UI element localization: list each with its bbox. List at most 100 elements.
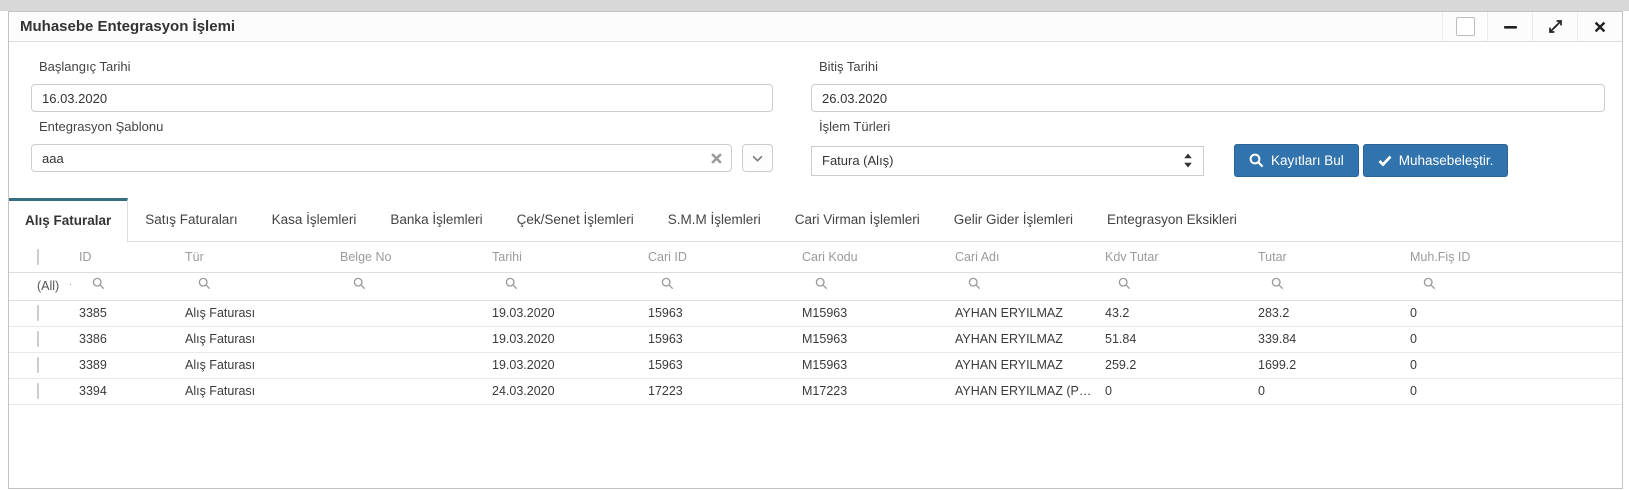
maximize-button[interactable] bbox=[1532, 12, 1577, 41]
post-to-accounting-button[interactable]: Muhasebeleştir. bbox=[1363, 144, 1509, 177]
cell-belge-no bbox=[332, 300, 484, 326]
tab-entegrasyon-eksikleri[interactable]: Entegrasyon Eksikleri bbox=[1090, 198, 1254, 241]
cell-tur: Alış Faturası bbox=[177, 326, 332, 352]
column-header-tutar[interactable]: Tutar bbox=[1250, 242, 1402, 272]
spinner-icon bbox=[1183, 153, 1193, 168]
filter-search-icon-id[interactable] bbox=[92, 277, 105, 290]
cell-cari-adi: AYHAN ERYILMAZ bbox=[947, 326, 1097, 352]
cell-muh-fis-id: 0 bbox=[1402, 378, 1622, 404]
cell-muh-fis-id: 0 bbox=[1402, 352, 1622, 378]
table-row[interactable]: 3385 Alış Faturası 19.03.2020 15963 M159… bbox=[9, 300, 1622, 326]
cell-id: 3394 bbox=[71, 378, 177, 404]
tab-cari-virman-islemleri[interactable]: Cari Virman İşlemleri bbox=[778, 198, 937, 241]
start-date-input[interactable]: 16.03.2020 bbox=[31, 84, 773, 112]
grid-filter-row: (All) bbox=[9, 272, 1622, 300]
column-header-muh-fis-id[interactable]: Muh.Fiş ID bbox=[1402, 242, 1622, 272]
find-records-button[interactable]: Kayıtları Bul bbox=[1234, 144, 1359, 177]
cell-kdv-tutar: 51.84 bbox=[1097, 326, 1250, 352]
window-title: Muhasebe Entegrasyon İşlemi bbox=[9, 18, 235, 35]
column-header-kdv-tutar[interactable]: Kdv Tutar bbox=[1097, 242, 1250, 272]
column-header-tur[interactable]: Tür bbox=[177, 242, 332, 272]
template-input[interactable]: aaa bbox=[31, 144, 732, 172]
cell-cari-id: 15963 bbox=[640, 300, 794, 326]
tab-banka-islemleri[interactable]: Banka İşlemleri bbox=[373, 198, 499, 241]
diagonal-resize-icon bbox=[1548, 19, 1563, 34]
cell-tarihi: 19.03.2020 bbox=[484, 326, 640, 352]
tab-kasa-islemleri[interactable]: Kasa İşlemleri bbox=[255, 198, 374, 241]
cell-belge-no bbox=[332, 326, 484, 352]
select-all-checkbox[interactable] bbox=[37, 249, 39, 265]
cell-cari-id: 15963 bbox=[640, 352, 794, 378]
types-label: İşlem Türleri bbox=[811, 112, 1620, 144]
cell-tutar: 1699.2 bbox=[1250, 352, 1402, 378]
filter-search-icon-muh-fis-id[interactable] bbox=[1423, 277, 1436, 290]
row-checkbox[interactable] bbox=[37, 357, 39, 373]
row-checkbox[interactable] bbox=[37, 383, 39, 399]
table-row[interactable]: 3389 Alış Faturası 19.03.2020 15963 M159… bbox=[9, 352, 1622, 378]
cell-cari-id: 17223 bbox=[640, 378, 794, 404]
end-date-input[interactable]: 26.03.2020 bbox=[811, 84, 1605, 112]
close-button[interactable] bbox=[1577, 12, 1622, 41]
checkbox-filter-dropdown[interactable]: (All) bbox=[35, 279, 67, 293]
minimize-button[interactable] bbox=[1487, 12, 1532, 41]
table-row[interactable]: 3394 Alış Faturası 24.03.2020 17223 M172… bbox=[9, 378, 1622, 404]
caret-down-icon bbox=[70, 284, 71, 289]
post-to-accounting-label: Muhasebeleştir. bbox=[1399, 153, 1494, 168]
cell-cari-adi: AYHAN ERYILMAZ bbox=[947, 352, 1097, 378]
filter-search-icon-kdv-tutar[interactable] bbox=[1118, 277, 1131, 290]
cell-tarihi: 19.03.2020 bbox=[484, 300, 640, 326]
cell-tutar: 283.2 bbox=[1250, 300, 1402, 326]
cell-cari-kodu: M15963 bbox=[794, 326, 947, 352]
pin-square-icon bbox=[1456, 17, 1475, 36]
column-header-cari-kodu[interactable]: Cari Kodu bbox=[794, 242, 947, 272]
tab-alis-faturalar[interactable]: Alış Faturalar bbox=[9, 198, 128, 242]
template-dropdown-button[interactable] bbox=[742, 144, 773, 172]
row-checkbox[interactable] bbox=[37, 305, 39, 321]
cell-tur: Alış Faturası bbox=[177, 300, 332, 326]
find-records-label: Kayıtları Bul bbox=[1271, 153, 1344, 168]
end-date-value: 26.03.2020 bbox=[822, 91, 887, 106]
table-row[interactable]: 3386 Alış Faturası 19.03.2020 15963 M159… bbox=[9, 326, 1622, 352]
start-date-label: Başlangıç Tarihi bbox=[31, 52, 773, 84]
cell-tur: Alış Faturası bbox=[177, 352, 332, 378]
close-icon bbox=[1594, 21, 1606, 33]
tab-satis-faturalari[interactable]: Satış Faturaları bbox=[128, 198, 254, 241]
column-header-cari-adi[interactable]: Cari Adı bbox=[947, 242, 1097, 272]
start-date-value: 16.03.2020 bbox=[42, 91, 107, 106]
column-header-id[interactable]: ID bbox=[71, 242, 177, 272]
chevron-down-icon bbox=[752, 155, 763, 162]
minimize-icon bbox=[1504, 25, 1517, 29]
filter-search-icon-cari-adi[interactable] bbox=[968, 277, 981, 290]
cell-id: 3386 bbox=[71, 326, 177, 352]
cell-tarihi: 24.03.2020 bbox=[484, 378, 640, 404]
filter-search-icon-tarihi[interactable] bbox=[505, 277, 518, 290]
filter-form: Başlangıç Tarihi 16.03.2020 Entegrasyon … bbox=[9, 42, 1622, 177]
cell-tur: Alış Faturası bbox=[177, 378, 332, 404]
title-bar: Muhasebe Entegrasyon İşlemi bbox=[9, 12, 1622, 42]
cell-id: 3385 bbox=[71, 300, 177, 326]
filter-search-icon-tutar[interactable] bbox=[1271, 277, 1284, 290]
pin-toggle-button[interactable] bbox=[1442, 12, 1487, 41]
tab-gelir-gider-islemleri[interactable]: Gelir Gider İşlemleri bbox=[937, 198, 1090, 241]
page-background-band bbox=[0, 0, 1629, 11]
types-select[interactable]: Fatura (Alış) bbox=[811, 146, 1204, 176]
dialog-window: Muhasebe Entegrasyon İşlemi bbox=[8, 11, 1623, 489]
types-value: Fatura (Alış) bbox=[822, 153, 1183, 168]
tab-smm-islemleri[interactable]: S.M.M İşlemleri bbox=[651, 198, 778, 241]
filter-search-icon-cari-kodu[interactable] bbox=[815, 277, 828, 290]
filter-search-icon-belge-no[interactable] bbox=[353, 277, 366, 290]
cell-tutar: 339.84 bbox=[1250, 326, 1402, 352]
template-value: aaa bbox=[42, 151, 64, 166]
filter-search-icon-cari-id[interactable] bbox=[661, 277, 674, 290]
tab-cek-senet-islemleri[interactable]: Çek/Senet İşlemleri bbox=[500, 198, 651, 241]
filter-search-icon-tur[interactable] bbox=[198, 277, 211, 290]
column-header-cari-id[interactable]: Cari ID bbox=[640, 242, 794, 272]
column-header-belge-no[interactable]: Belge No bbox=[332, 242, 484, 272]
clear-icon[interactable] bbox=[711, 153, 722, 164]
cell-cari-kodu: M15963 bbox=[794, 352, 947, 378]
row-checkbox[interactable] bbox=[37, 331, 39, 347]
cell-cari-kodu: M15963 bbox=[794, 300, 947, 326]
cell-tarihi: 19.03.2020 bbox=[484, 352, 640, 378]
column-header-tarihi[interactable]: Tarihi bbox=[484, 242, 640, 272]
cell-muh-fis-id: 0 bbox=[1402, 300, 1622, 326]
